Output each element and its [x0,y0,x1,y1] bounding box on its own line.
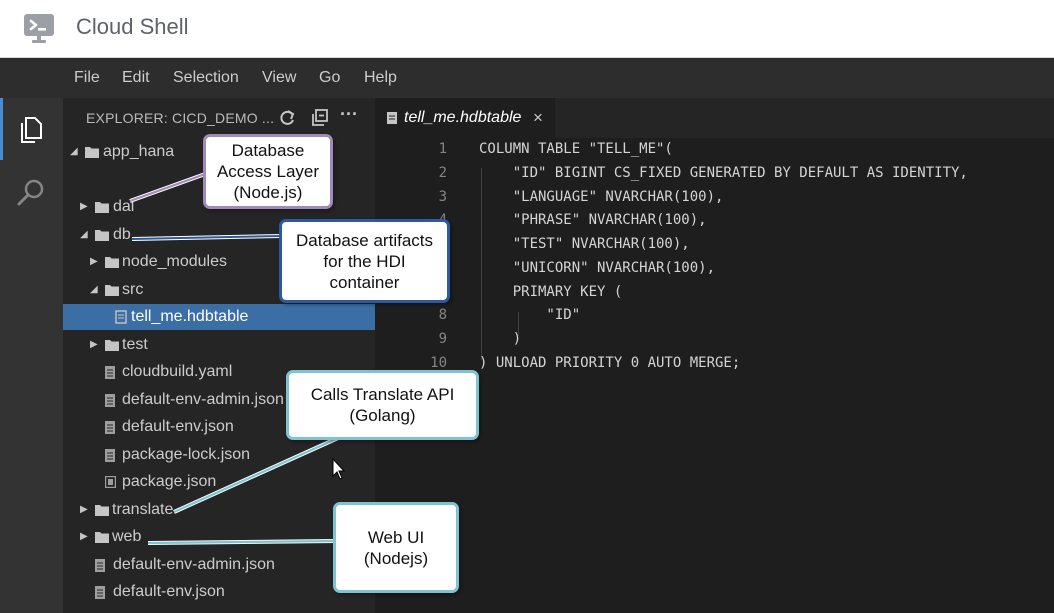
file-icon [105,394,115,407]
activity-bar [0,98,63,613]
refresh-icon[interactable] [278,108,296,128]
file-icon [105,421,115,434]
chevron-down-icon: ◢ [80,229,88,240]
line-number: 1 [438,141,447,157]
editor-tab-strip: tell_me.hdbtable × [375,98,1054,138]
tree-label: default-env.json [122,418,234,435]
folder-icon [85,147,99,158]
tree-label: app_hana [103,143,175,160]
callout-translate: Calls Translate API (Golang) [286,370,479,440]
callout-dal: Database Access Layer (Node.js) [203,134,333,209]
chevron-right-icon: ▶ [80,504,88,515]
chevron-right-icon: ▶ [80,201,88,212]
line-number: 10 [430,355,447,371]
file-icon [105,366,115,379]
code-line[interactable]: "TEST" NVARCHAR(100), [479,236,690,252]
menu-view[interactable]: View [262,69,296,87]
chevron-right-icon: ▶ [90,339,98,350]
tree-file-package-lock-json[interactable]: package-lock.json [63,442,375,468]
callout-db: Database artifacts for the HDI container [279,219,450,303]
line-number: 8 [438,307,447,323]
menu-selection[interactable]: Selection [173,69,239,87]
line-number: 9 [438,331,447,347]
code-line[interactable]: ) [479,331,521,347]
chevron-down-icon: ◢ [70,146,78,157]
file-icon [105,449,115,462]
cloud-shell-logo-icon [24,14,54,43]
file-icon [95,559,105,572]
search-icon [17,179,44,206]
folder-icon [95,202,109,213]
line-number: 2 [438,165,447,181]
tree-label: node_modules [122,253,227,270]
menu-help[interactable]: Help [364,69,397,87]
tree-label: package-lock.json [122,446,251,463]
code-line[interactable]: "LANGUAGE" NVARCHAR(100), [479,189,724,205]
tree-label: dal [113,198,135,215]
menu-bar: File Edit Selection View Go Help [0,58,1054,98]
file-icon [115,310,127,324]
callout-web: Web UI (Nodejs) [333,502,459,593]
folder-icon [105,285,119,296]
tree-label: tell_me.hdbtable [131,308,249,325]
tree-label: test [122,336,148,353]
tab-title: tell_me.hdbtable [404,109,522,126]
editor-tab-tell-me[interactable]: tell_me.hdbtable × [375,98,555,138]
tree-file-default-env-admin-json-root[interactable]: default-env-admin.json [63,552,375,578]
tree-folder-web[interactable]: ▶ web [63,524,375,550]
code-line[interactable]: "ID" [479,307,580,323]
folder-icon [95,230,109,241]
tree-file-tell-me-hdbtable[interactable]: tell_me.hdbtable [63,304,375,330]
tree-file-package-json[interactable]: package.json [63,469,375,495]
code-line[interactable]: "PHRASE" NVARCHAR(100), [479,212,707,228]
tree-label: translate [112,501,174,518]
more-actions-icon[interactable]: ··· [340,104,358,125]
menu-go[interactable]: Go [319,69,340,87]
line-number: 3 [438,189,447,205]
folder-icon [95,532,109,543]
folder-icon [95,505,109,516]
files-icon [21,117,42,143]
tree-folder-translate[interactable]: ▶ translate [63,497,375,523]
tree-label: default-env-admin.json [113,556,275,573]
package-file-icon [105,476,116,488]
tree-folder-test[interactable]: ▶ test [63,332,375,358]
file-icon [95,586,105,599]
menu-edit[interactable]: Edit [122,69,150,87]
tree-label: cloudbuild.yaml [122,363,233,380]
tree-label: src [122,281,144,298]
collapse-all-icon[interactable] [311,108,329,128]
tree-label: web [112,528,142,545]
search-activity-button[interactable] [0,164,63,220]
tree-file-default-env-json-root[interactable]: default-env.json [63,579,375,605]
close-icon[interactable]: × [533,108,543,128]
tree-label: default-env-admin.json [122,391,284,408]
title-bar: Cloud Shell [0,0,1054,58]
tree-label: db [113,226,131,243]
tree-label: package.json [122,473,217,490]
code-line[interactable]: COLUMN TABLE "TELL_ME"( [479,141,673,157]
code-line[interactable]: "ID" BIGINT CS_FIXED GENERATED BY DEFAUL… [479,165,968,181]
menu-file[interactable]: File [74,69,100,87]
code-line[interactable]: ) UNLOAD PRIORITY 0 AUTO MERGE; [479,355,740,371]
explorer-title: EXPLORER: CICD_DEMO ... [86,110,275,126]
code-line[interactable]: "UNICORN" NVARCHAR(100), [479,260,715,276]
folder-icon [105,257,119,268]
code-editor: tell_me.hdbtable × 1 COLUMN TABLE "TELL_… [375,98,1054,613]
chevron-right-icon: ▶ [80,531,88,542]
explorer-activity-button[interactable] [0,98,63,160]
code-line[interactable]: PRIMARY KEY ( [479,284,623,300]
app-title: Cloud Shell [76,14,189,39]
chevron-down-icon: ◢ [90,284,98,295]
chevron-right-icon: ▶ [90,256,98,267]
tree-label: default-env.json [113,583,225,600]
folder-icon [105,340,119,351]
file-icon [387,112,397,124]
